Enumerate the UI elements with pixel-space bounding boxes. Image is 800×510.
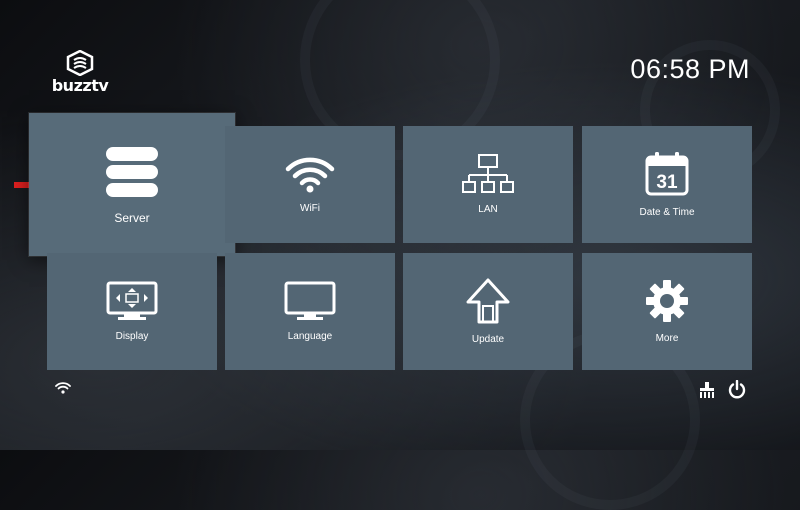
network-icon <box>462 154 514 194</box>
calendar-icon: 31 <box>644 151 690 197</box>
tile-label: WiFi <box>300 203 320 214</box>
database-icon <box>104 145 160 199</box>
tile-label: Display <box>115 331 149 342</box>
brand-logo: buzztv <box>48 50 112 95</box>
tile-server[interactable]: Server <box>29 113 235 256</box>
tile-label: Server <box>114 210 150 225</box>
tile-label: Update <box>471 334 505 345</box>
buzztv-logo-icon <box>66 50 94 76</box>
tile-wifi[interactable]: WiFi <box>225 126 395 243</box>
display-icon <box>106 281 158 321</box>
tile-label: More <box>655 333 679 344</box>
gear-icon <box>645 279 689 323</box>
wifi-status-icon <box>55 382 71 394</box>
wifi-icon <box>285 155 335 193</box>
tile-lan[interactable]: LAN <box>403 126 573 243</box>
update-arrow-icon <box>466 278 510 324</box>
brand-name: buzztv <box>51 76 109 95</box>
tile-date-time[interactable]: 31 Date & Time <box>582 126 752 243</box>
monitor-icon <box>284 281 336 321</box>
tile-update[interactable]: Update <box>403 253 573 370</box>
tile-language[interactable]: Language <box>225 253 395 370</box>
tile-label: Language <box>287 331 333 342</box>
tile-label: Date & Time <box>639 207 695 218</box>
clock: 06:58 PM <box>630 54 750 84</box>
cleaner-icon[interactable] <box>698 381 716 399</box>
tile-more[interactable]: More <box>582 253 752 370</box>
power-icon[interactable] <box>728 380 746 399</box>
tile-label: LAN <box>478 204 498 215</box>
calendar-day-number: 31 <box>656 172 678 193</box>
tile-display[interactable]: Display <box>47 253 217 370</box>
